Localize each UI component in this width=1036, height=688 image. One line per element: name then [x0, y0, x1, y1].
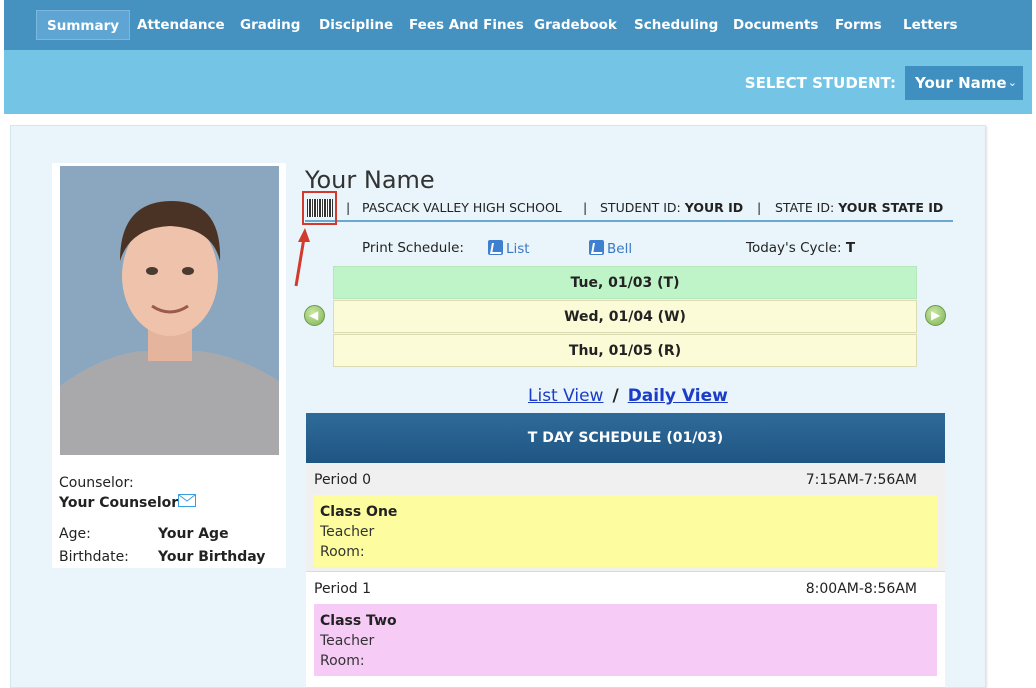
counselor-value: Your Counselor: [59, 494, 197, 511]
student-photo-image: [60, 166, 279, 455]
student-select-band: SELECT STUDENT: Your Name ⌄: [4, 50, 1032, 114]
pdf-icon: [488, 240, 503, 255]
view-switch: List View / Daily View: [528, 386, 728, 406]
next-day-button[interactable]: ▶: [925, 305, 946, 326]
daily-view-link[interactable]: Daily View: [628, 386, 728, 406]
cycle-label: Today's Cycle:: [746, 240, 842, 256]
print-schedule-label: Print Schedule:: [362, 240, 464, 256]
student-id-label: STUDENT ID:: [600, 200, 681, 215]
period-time: 7:15AM-7:56AM: [805, 472, 917, 488]
state-id-label: STATE ID:: [775, 200, 835, 215]
class-block[interactable]: Class Two Teacher Room:: [314, 604, 937, 676]
arrow-left-icon: ◀: [309, 308, 319, 322]
selected-student: Your Name: [915, 74, 1007, 92]
birthdate-label: Birthdate:: [59, 549, 129, 565]
tab-fees-and-fines[interactable]: Fees And Fines: [399, 10, 534, 40]
student-name: Your Name: [305, 166, 435, 194]
pdf-icon: [589, 240, 604, 255]
tab-discipline[interactable]: Discipline: [309, 10, 403, 40]
class-name: Class One: [320, 504, 398, 520]
print-list-text[interactable]: List: [506, 241, 530, 257]
state-id: STATE ID: YOUR STATE ID: [775, 200, 943, 215]
print-bell-link[interactable]: Bell: [589, 240, 632, 257]
tab-grading[interactable]: Grading: [230, 10, 310, 40]
highlight-box: [302, 191, 337, 225]
state-id-value: YOUR STATE ID: [838, 200, 944, 215]
student-id: STUDENT ID: YOUR ID: [600, 200, 743, 215]
separator: |: [583, 200, 588, 215]
school-name: PASCACK VALLEY HIGH SCHOOL: [362, 200, 562, 215]
age-label: Age:: [59, 526, 91, 542]
print-bell-text[interactable]: Bell: [607, 241, 632, 257]
tab-attendance[interactable]: Attendance: [127, 10, 235, 40]
print-list-link[interactable]: List: [488, 240, 530, 257]
class-teacher: Teacher: [320, 524, 375, 540]
email-icon[interactable]: [178, 494, 197, 507]
annotation-arrow: [294, 228, 310, 287]
select-student-label: SELECT STUDENT:: [744, 74, 896, 92]
cycle-value: T: [845, 240, 856, 256]
age-value: Your Age: [158, 526, 229, 542]
class-name: Class Two: [320, 613, 397, 629]
student-id-value: YOUR ID: [684, 200, 744, 215]
birthdate-value: Your Birthday: [158, 549, 266, 565]
class-block[interactable]: Class One Teacher Room:: [314, 495, 937, 567]
date-row[interactable]: Wed, 01/04 (W): [333, 300, 917, 333]
period-time: 8:00AM-8:56AM: [805, 581, 917, 597]
separator: |: [346, 200, 351, 215]
tab-forms[interactable]: Forms: [825, 10, 892, 40]
tab-summary[interactable]: Summary: [36, 10, 131, 40]
class-teacher: Teacher: [320, 633, 375, 649]
student-photo: [60, 166, 279, 455]
top-nav: Summary Attendance Grading Discipline Fe…: [4, 0, 1032, 50]
schedule-title: T DAY SCHEDULE (01/03): [306, 413, 945, 463]
date-row-today[interactable]: Tue, 01/03 (T): [333, 266, 917, 299]
period-name: Period 0: [314, 472, 372, 488]
date-row[interactable]: Thu, 01/05 (R): [333, 334, 917, 367]
counselor-name: Your Counselor: [59, 495, 179, 511]
arrow-right-icon: ▶: [931, 308, 941, 322]
chevron-down-icon: ⌄: [1007, 76, 1017, 89]
counselor-label: Counselor:: [59, 475, 134, 491]
class-room: Room:: [320, 653, 365, 669]
list-view-link[interactable]: List View: [528, 386, 603, 406]
tab-gradebook[interactable]: Gradebook: [524, 10, 627, 40]
student-select-dropdown[interactable]: Your Name ⌄: [905, 66, 1023, 100]
tab-letters[interactable]: Letters: [893, 10, 968, 40]
prev-day-button[interactable]: ◀: [304, 305, 325, 326]
view-separator: /: [612, 386, 619, 406]
separator: |: [757, 200, 762, 215]
tab-scheduling[interactable]: Scheduling: [624, 10, 728, 40]
tab-documents[interactable]: Documents: [723, 10, 828, 40]
todays-cycle: Today's Cycle: T: [746, 240, 855, 256]
class-room: Room:: [320, 544, 365, 560]
period-name: Period 1: [314, 581, 372, 597]
